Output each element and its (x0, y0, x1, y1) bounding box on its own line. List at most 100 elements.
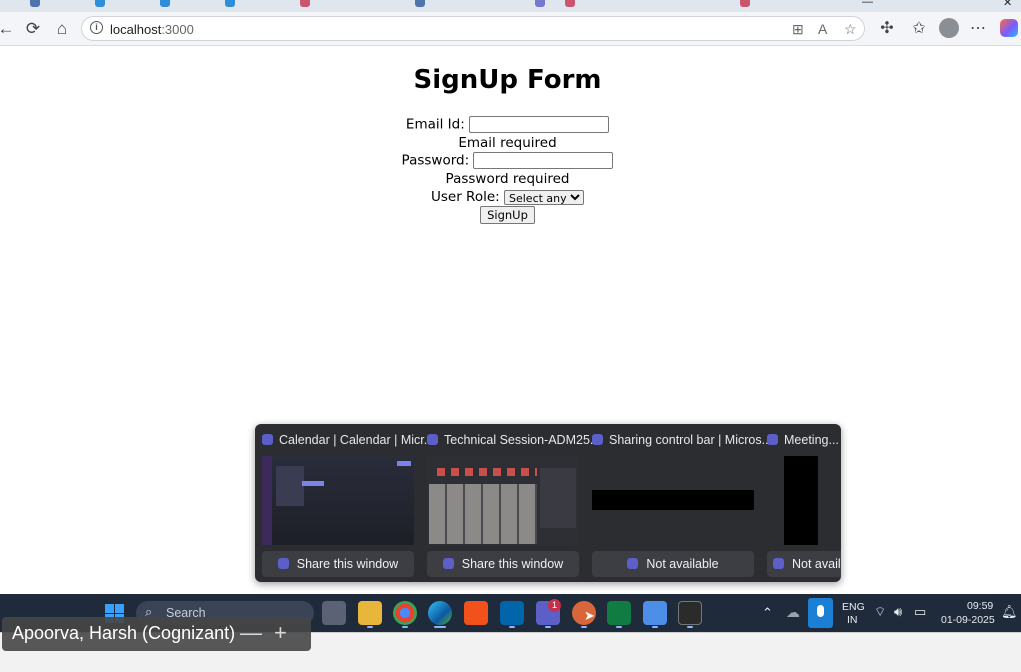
microsoft-store-icon[interactable] (464, 601, 488, 625)
running-indicator (581, 626, 587, 628)
participant-name: Apoorva, Harsh (Cognizant) (12, 623, 236, 643)
thumbnail-title-text: Meeting... (784, 433, 839, 447)
chrome-icon[interactable] (393, 601, 417, 625)
address-url: localhost:3000 (110, 22, 194, 37)
email-error: Email required (458, 135, 557, 151)
teams-badge: 1 (548, 599, 561, 612)
tab-favicon-icon[interactable] (740, 0, 750, 7)
running-indicator (652, 626, 658, 628)
teams-icon (592, 434, 603, 445)
tab-favicon-icon[interactable] (95, 0, 105, 7)
tab-favicon-icon[interactable] (415, 0, 425, 7)
notepad-icon[interactable] (643, 601, 667, 625)
teams-icon (277, 558, 289, 569)
language-line1[interactable]: ENG (842, 601, 865, 613)
not-available-label: Not availa (792, 557, 841, 571)
site-info-icon[interactable]: i (90, 21, 103, 34)
excel-icon[interactable] (607, 601, 631, 625)
tab-strip: — ✕ (0, 0, 1021, 12)
teams-icon (262, 434, 273, 445)
tab-favicon-icon[interactable] (565, 0, 575, 7)
edge-icon[interactable] (428, 601, 452, 625)
running-indicator (687, 626, 693, 628)
teams-icon (773, 558, 784, 569)
thumbnail-title: Meeting... (767, 433, 839, 447)
vscode-icon[interactable] (500, 601, 524, 625)
tab-favicon-icon[interactable] (225, 0, 235, 7)
home-icon[interactable]: ⌂ (50, 17, 74, 41)
teams-icon (767, 434, 778, 445)
more-icon[interactable]: ⋯ (967, 18, 989, 38)
submit-row: SignUp (0, 206, 1015, 224)
wifi-icon[interactable]: ⌔ (874, 604, 886, 620)
refresh-icon[interactable]: ⟳ (21, 17, 45, 41)
language-line2[interactable]: IN (847, 614, 858, 626)
clock-time[interactable]: 09:59 (967, 600, 993, 612)
role-label: User Role: (431, 189, 500, 205)
thumbnail-window[interactable]: Sharing control bar | Micros... Not avai… (585, 424, 772, 582)
tab-favicon-icon[interactable] (160, 0, 170, 7)
back-icon[interactable]: ← (0, 17, 18, 41)
email-field[interactable] (469, 116, 610, 133)
running-indicator (367, 626, 373, 628)
thumbnail-window[interactable]: Calendar | Calendar | Micr... Share this… (255, 424, 434, 582)
thumbnail-title-text: Calendar | Calendar | Micr... (279, 433, 435, 447)
file-explorer-icon[interactable] (358, 601, 382, 625)
thumbnail-preview (262, 456, 414, 545)
battery-icon[interactable]: ▭ (914, 604, 926, 620)
share-window-label: Share this window (461, 557, 564, 571)
window-minimize-icon[interactable]: — (862, 0, 873, 8)
terminal-icon[interactable] (678, 601, 702, 625)
not-available-button: Not availa (767, 551, 841, 577)
thumbnail-window[interactable]: Technical Session-ADM25... Share this wi… (420, 424, 600, 582)
thumbnail-preview (784, 456, 818, 545)
running-indicator (616, 626, 622, 628)
notifications-icon[interactable]: 🔔︎ (1001, 604, 1018, 620)
running-indicator (509, 626, 515, 628)
thumbnail-preview (427, 456, 579, 545)
microphone-icon[interactable] (808, 598, 833, 628)
teams-icon (627, 558, 639, 569)
email-label: Email Id: (405, 116, 465, 133)
profile-icon[interactable] (939, 18, 959, 38)
running-indicator (434, 626, 446, 628)
password-field[interactable] (473, 152, 614, 169)
window-close-icon[interactable]: ✕ (1003, 0, 1012, 9)
extensions-icon[interactable]: ✣ (876, 18, 898, 38)
show-hidden-icons-chevron-icon[interactable]: ⌃ (762, 605, 773, 621)
form-title: SignUp Form (413, 65, 602, 95)
read-aloud-icon[interactable]: A (818, 21, 827, 37)
minimize-icon[interactable]: — (240, 620, 262, 646)
mouse-cursor-icon: ➤ (584, 608, 595, 623)
role-select[interactable]: Select any (504, 189, 584, 205)
apps-icon[interactable]: ⊞ (792, 21, 804, 38)
not-available-label: Not available (646, 557, 719, 571)
onedrive-cloud-icon[interactable]: ☁ (786, 604, 800, 621)
tab-favicon-icon[interactable] (535, 0, 545, 7)
call-participant-overlay[interactable]: Apoorva, Harsh (Cognizant) — + (2, 617, 311, 651)
volume-icon[interactable]: 🔊︎ (894, 604, 902, 620)
thumbnail-title: Sharing control bar | Micros... (592, 433, 772, 447)
browser-toolbar: ← ⟳ ⌂ i localhost:3000 ⊞ A ☆ ✣ ✩ ⋯ (0, 12, 1021, 46)
thumbnail-title: Calendar | Calendar | Micr... (262, 433, 434, 447)
favorites-icon[interactable]: ✩ (908, 18, 930, 38)
task-view-icon[interactable] (322, 601, 346, 625)
clock-date[interactable]: 01-09-2025 (941, 614, 995, 626)
share-window-button[interactable]: Share this window (427, 551, 579, 577)
address-bar[interactable]: i localhost:3000 ⊞ A ☆ (81, 16, 865, 41)
taskbar-thumbnail-popup: Calendar | Calendar | Micr... Share this… (255, 424, 841, 582)
thumbnail-preview (592, 490, 754, 510)
copilot-icon[interactable] (1000, 19, 1018, 37)
thumbnail-window[interactable]: Meeting... Not availa (760, 424, 841, 582)
tab-favicon-icon[interactable] (30, 0, 40, 7)
signup-button[interactable]: SignUp (480, 206, 535, 224)
teams-icon (427, 434, 438, 445)
add-icon[interactable]: + (274, 620, 287, 646)
share-window-button[interactable]: Share this window (262, 551, 414, 577)
password-row: Password: (0, 152, 1015, 169)
tab-favicon-icon[interactable] (300, 0, 310, 7)
favorite-star-icon[interactable]: ☆ (844, 21, 857, 38)
url-host: localhost (110, 22, 162, 37)
not-available-button: Not available (592, 551, 754, 577)
running-indicator (545, 626, 551, 628)
